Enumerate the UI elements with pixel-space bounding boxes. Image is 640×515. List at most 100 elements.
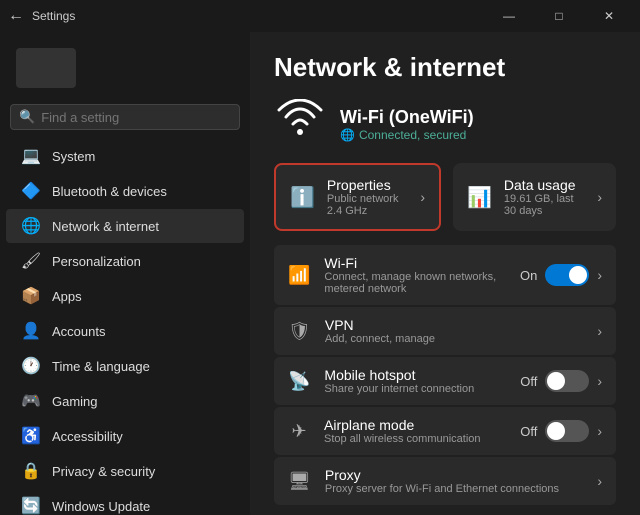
proxy-sublabel: Proxy server for Wi-Fi and Ethernet conn… — [325, 483, 583, 495]
sidebar: 🔍 💻 System 🔷 Bluetooth & devices 🌐 Netwo… — [0, 32, 250, 515]
hotspot-right: Off › — [520, 370, 602, 392]
proxy-icon: 🖥 — [288, 471, 311, 492]
search-input[interactable] — [41, 110, 231, 125]
airplane-icon: ✈ — [288, 421, 310, 442]
sidebar-item-label: Time & language — [52, 359, 150, 374]
data-usage-chevron: › — [597, 189, 602, 205]
properties-sublabel2: 2.4 GHz — [327, 205, 399, 217]
wifi-icon-large — [274, 99, 326, 149]
data-usage-text: Data usage 19.61 GB, last 30 days — [504, 177, 585, 217]
sidebar-item-label: Network & internet — [52, 219, 159, 234]
sidebar-item-label: System — [52, 149, 95, 164]
sidebar-item-apps[interactable]: 📦 Apps — [6, 279, 244, 313]
sidebar-item-time[interactable]: 🕐 Time & language — [6, 349, 244, 383]
wifi-toggle-thumb — [569, 266, 587, 284]
titlebar: ← Settings — □ ✕ — [0, 0, 640, 32]
titlebar-controls: — □ ✕ — [486, 0, 632, 32]
avatar — [16, 48, 76, 88]
wifi-right: On › — [520, 264, 602, 286]
wifi-info: Wi-Fi (OneWiFi) 🌐 Connected, secured — [340, 107, 474, 142]
personalization-icon: 🖌 — [22, 252, 40, 270]
apps-icon: 📦 — [22, 287, 40, 305]
sidebar-item-label: Privacy & security — [52, 464, 155, 479]
airplane-sublabel: Stop all wireless communication — [324, 433, 506, 445]
vpn-text: VPN Add, connect, manage — [325, 317, 583, 345]
wifi-name: Wi-Fi (OneWiFi) — [340, 107, 474, 128]
airplane-right: Off › — [520, 420, 602, 442]
accounts-icon: 👤 — [22, 322, 40, 340]
update-icon: 🔄 — [22, 497, 40, 515]
privacy-icon: 🔒 — [22, 462, 40, 480]
close-button[interactable]: ✕ — [586, 0, 632, 32]
main-content: Network & internet Wi-Fi (OneWiFi) 🌐 Con… — [250, 32, 640, 515]
sidebar-item-accessibility[interactable]: ♿ Accessibility — [6, 419, 244, 453]
page-title: Network & internet — [274, 52, 616, 83]
titlebar-left: ← Settings — [8, 7, 75, 25]
sidebar-item-personalization[interactable]: 🖌 Personalization — [6, 244, 244, 278]
proxy-label: Proxy — [325, 467, 583, 483]
time-icon: 🕐 — [22, 357, 40, 375]
maximize-button[interactable]: □ — [536, 0, 582, 32]
airplane-toggle-thumb — [547, 422, 565, 440]
nav-list: 💻 System 🔷 Bluetooth & devices 🌐 Network… — [0, 138, 250, 515]
airplane-chevron: › — [597, 423, 602, 439]
back-icon[interactable]: ← — [8, 7, 24, 25]
setting-row-proxy[interactable]: 🖥 Proxy Proxy server for Wi-Fi and Ether… — [274, 457, 616, 505]
airplane-toggle[interactable] — [545, 420, 589, 442]
setting-row-vpn[interactable]: 🛡 VPN Add, connect, manage › — [274, 307, 616, 355]
app-container: 🔍 💻 System 🔷 Bluetooth & devices 🌐 Netwo… — [0, 32, 640, 515]
hotspot-toggle-thumb — [547, 372, 565, 390]
wifi-label: Wi-Fi — [324, 255, 506, 271]
sidebar-item-label: Apps — [52, 289, 82, 304]
hotspot-sublabel: Share your internet connection — [324, 383, 506, 395]
sidebar-item-label: Personalization — [52, 254, 141, 269]
titlebar-title: Settings — [32, 9, 75, 23]
connected-icon: 🌐 — [340, 128, 355, 142]
data-usage-card[interactable]: 📊 Data usage 19.61 GB, last 30 days › — [453, 163, 616, 231]
wifi-sublabel: Connect, manage known networks, metered … — [324, 271, 506, 295]
properties-label: Properties — [327, 177, 399, 193]
sidebar-item-gaming[interactable]: 🎮 Gaming — [6, 384, 244, 418]
wifi-status: 🌐 Connected, secured — [340, 128, 474, 142]
setting-row-wifi[interactable]: 📶 Wi-Fi Connect, manage known networks, … — [274, 245, 616, 305]
sidebar-item-label: Bluetooth & devices — [52, 184, 167, 199]
vpn-right: › — [597, 323, 602, 339]
system-icon: 💻 — [22, 147, 40, 165]
proxy-text: Proxy Proxy server for Wi-Fi and Etherne… — [325, 467, 583, 495]
sidebar-item-label: Windows Update — [52, 499, 150, 514]
vpn-sublabel: Add, connect, manage — [325, 333, 583, 345]
sidebar-item-update[interactable]: 🔄 Windows Update — [6, 489, 244, 515]
data-usage-label: Data usage — [504, 177, 585, 193]
hotspot-chevron: › — [597, 373, 602, 389]
properties-text: Properties Public network 2.4 GHz — [327, 177, 399, 217]
vpn-label: VPN — [325, 317, 583, 333]
info-row: ℹ️ Properties Public network 2.4 GHz › 📊… — [274, 163, 616, 231]
setting-row-airplane[interactable]: ✈ Airplane mode Stop all wireless commun… — [274, 407, 616, 455]
hotspot-toggle[interactable] — [545, 370, 589, 392]
accessibility-icon: ♿ — [22, 427, 40, 445]
network-icon: 🌐 — [22, 217, 40, 235]
settings-list: 📶 Wi-Fi Connect, manage known networks, … — [274, 245, 616, 505]
wifi-chevron: › — [597, 267, 602, 283]
hotspot-label: Mobile hotspot — [324, 367, 506, 383]
search-icon: 🔍 — [19, 109, 35, 125]
properties-chevron: › — [420, 189, 425, 205]
sidebar-item-accounts[interactable]: 👤 Accounts — [6, 314, 244, 348]
sidebar-item-system[interactable]: 💻 System — [6, 139, 244, 173]
setting-row-hotspot[interactable]: 📡 Mobile hotspot Share your internet con… — [274, 357, 616, 405]
proxy-right: › — [597, 473, 602, 489]
sidebar-item-bluetooth[interactable]: 🔷 Bluetooth & devices — [6, 174, 244, 208]
wifi-icon: 📶 — [288, 265, 310, 286]
airplane-text: Airplane mode Stop all wireless communic… — [324, 417, 506, 445]
wifi-toggle[interactable] — [545, 264, 589, 286]
bluetooth-icon: 🔷 — [22, 182, 40, 200]
properties-card[interactable]: ℹ️ Properties Public network 2.4 GHz › — [274, 163, 441, 231]
minimize-button[interactable]: — — [486, 0, 532, 32]
hotspot-text: Mobile hotspot Share your internet conne… — [324, 367, 506, 395]
search-box[interactable]: 🔍 — [10, 104, 240, 130]
sidebar-item-label: Accounts — [52, 324, 105, 339]
sidebar-item-privacy[interactable]: 🔒 Privacy & security — [6, 454, 244, 488]
data-usage-sublabel: 19.61 GB, last 30 days — [504, 193, 585, 217]
sidebar-item-network[interactable]: 🌐 Network & internet — [6, 209, 244, 243]
sidebar-item-label: Gaming — [52, 394, 98, 409]
